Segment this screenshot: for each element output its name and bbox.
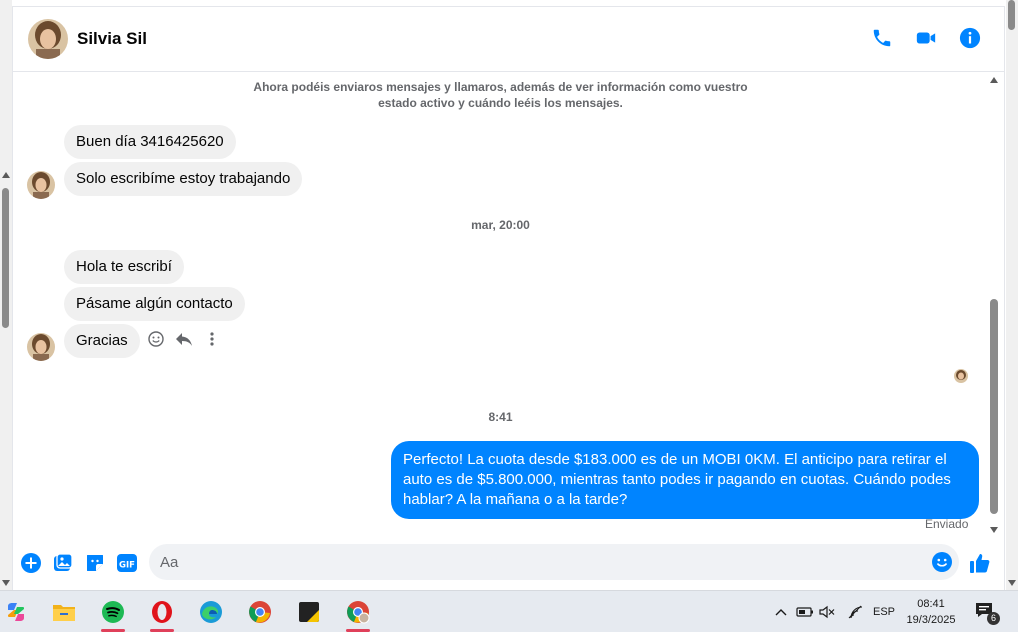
sticky-notes-icon[interactable]	[295, 598, 323, 626]
scroll-up-arrow[interactable]	[2, 172, 10, 178]
timestamp: 8:41	[488, 410, 513, 424]
read-receipt-avatar	[954, 369, 968, 383]
video-call-icon[interactable]	[914, 26, 938, 50]
chat-header: Silvia Sil	[13, 7, 1004, 72]
contact-avatar[interactable]	[28, 19, 68, 59]
page-scrollbar-right[interactable]	[1006, 0, 1018, 590]
sender-avatar[interactable]	[27, 333, 55, 361]
scroll-down-arrow[interactable]	[2, 580, 10, 586]
chrome-profile-icon[interactable]	[344, 598, 372, 632]
image-icon[interactable]	[52, 552, 74, 574]
incoming-message[interactable]: Buen día 3416425620	[64, 125, 236, 159]
scroll-thumb[interactable]	[2, 188, 9, 328]
language-indicator[interactable]: ESP	[873, 606, 895, 618]
svg-text:GIF: GIF	[119, 561, 135, 571]
sent-status: Enviado	[925, 517, 969, 531]
incoming-message[interactable]: Hola te escribí	[64, 250, 184, 284]
header-actions	[870, 26, 982, 50]
gif-icon[interactable]: GIF	[116, 552, 138, 574]
scroll-down-arrow[interactable]	[1008, 580, 1016, 586]
incoming-message[interactable]: Pásame algún contacto	[64, 287, 245, 321]
clock-time: 08:41	[917, 598, 945, 610]
system-tray: ESP	[772, 591, 895, 632]
battery-icon[interactable]	[796, 603, 814, 621]
sender-avatar[interactable]	[27, 171, 55, 199]
clock[interactable]: 08:41 19/3/2025	[896, 596, 966, 628]
opera-icon[interactable]	[148, 598, 176, 632]
reply-icon[interactable]	[175, 330, 193, 348]
plus-icon[interactable]	[20, 552, 42, 574]
incoming-message[interactable]: Gracias	[64, 324, 140, 358]
message-composer: GIF	[13, 542, 993, 584]
volume-muted-icon[interactable]	[818, 603, 836, 621]
copilot-icon[interactable]	[2, 598, 30, 626]
chat-panel: Silvia Sil Ahora podéis enviaros mensaje…	[12, 6, 1005, 590]
scroll-thumb[interactable]	[990, 299, 998, 514]
message-input-container[interactable]	[149, 544, 959, 580]
info-icon[interactable]	[958, 26, 982, 50]
incoming-message[interactable]: Solo escribíme estoy trabajando	[64, 162, 303, 196]
messages-scrollbar[interactable]	[988, 73, 999, 537]
message-input[interactable]	[149, 544, 909, 580]
clock-date: 19/3/2025	[906, 614, 956, 626]
outgoing-message[interactable]: Perfecto! La cuota desde $183.000 es de …	[391, 441, 979, 519]
scroll-down-arrow[interactable]	[990, 527, 998, 533]
wifi-icon[interactable]	[846, 603, 864, 621]
scroll-up-arrow[interactable]	[990, 77, 998, 83]
timestamp: mar, 20:00	[471, 218, 530, 232]
message-list[interactable]: Ahora podéis enviaros mensajes y llamaro…	[13, 73, 998, 537]
thumbs-up-icon[interactable]	[969, 552, 991, 574]
more-options-icon[interactable]	[203, 330, 221, 348]
emoji-icon[interactable]	[931, 551, 953, 573]
message-actions	[147, 330, 221, 348]
notification-center[interactable]: 6	[975, 602, 1000, 625]
page-scrollbar-left[interactable]	[0, 0, 12, 590]
spotify-icon[interactable]	[99, 598, 127, 632]
chrome-icon[interactable]	[246, 598, 274, 626]
windows-taskbar: ESP 08:41 19/3/2025 6	[0, 590, 1018, 632]
chevron-up-icon[interactable]	[772, 603, 790, 621]
file-explorer-icon[interactable]	[50, 598, 78, 626]
react-emoji-icon[interactable]	[147, 330, 165, 348]
contact-name[interactable]: Silvia Sil	[77, 29, 147, 49]
sticker-icon[interactable]	[84, 552, 106, 574]
privacy-notice: Ahora podéis enviaros mensajes y llamaro…	[253, 80, 748, 110]
scroll-thumb[interactable]	[1008, 0, 1015, 30]
notification-badge: 6	[987, 612, 1000, 625]
phone-icon[interactable]	[870, 26, 894, 50]
edge-icon[interactable]	[197, 598, 225, 626]
